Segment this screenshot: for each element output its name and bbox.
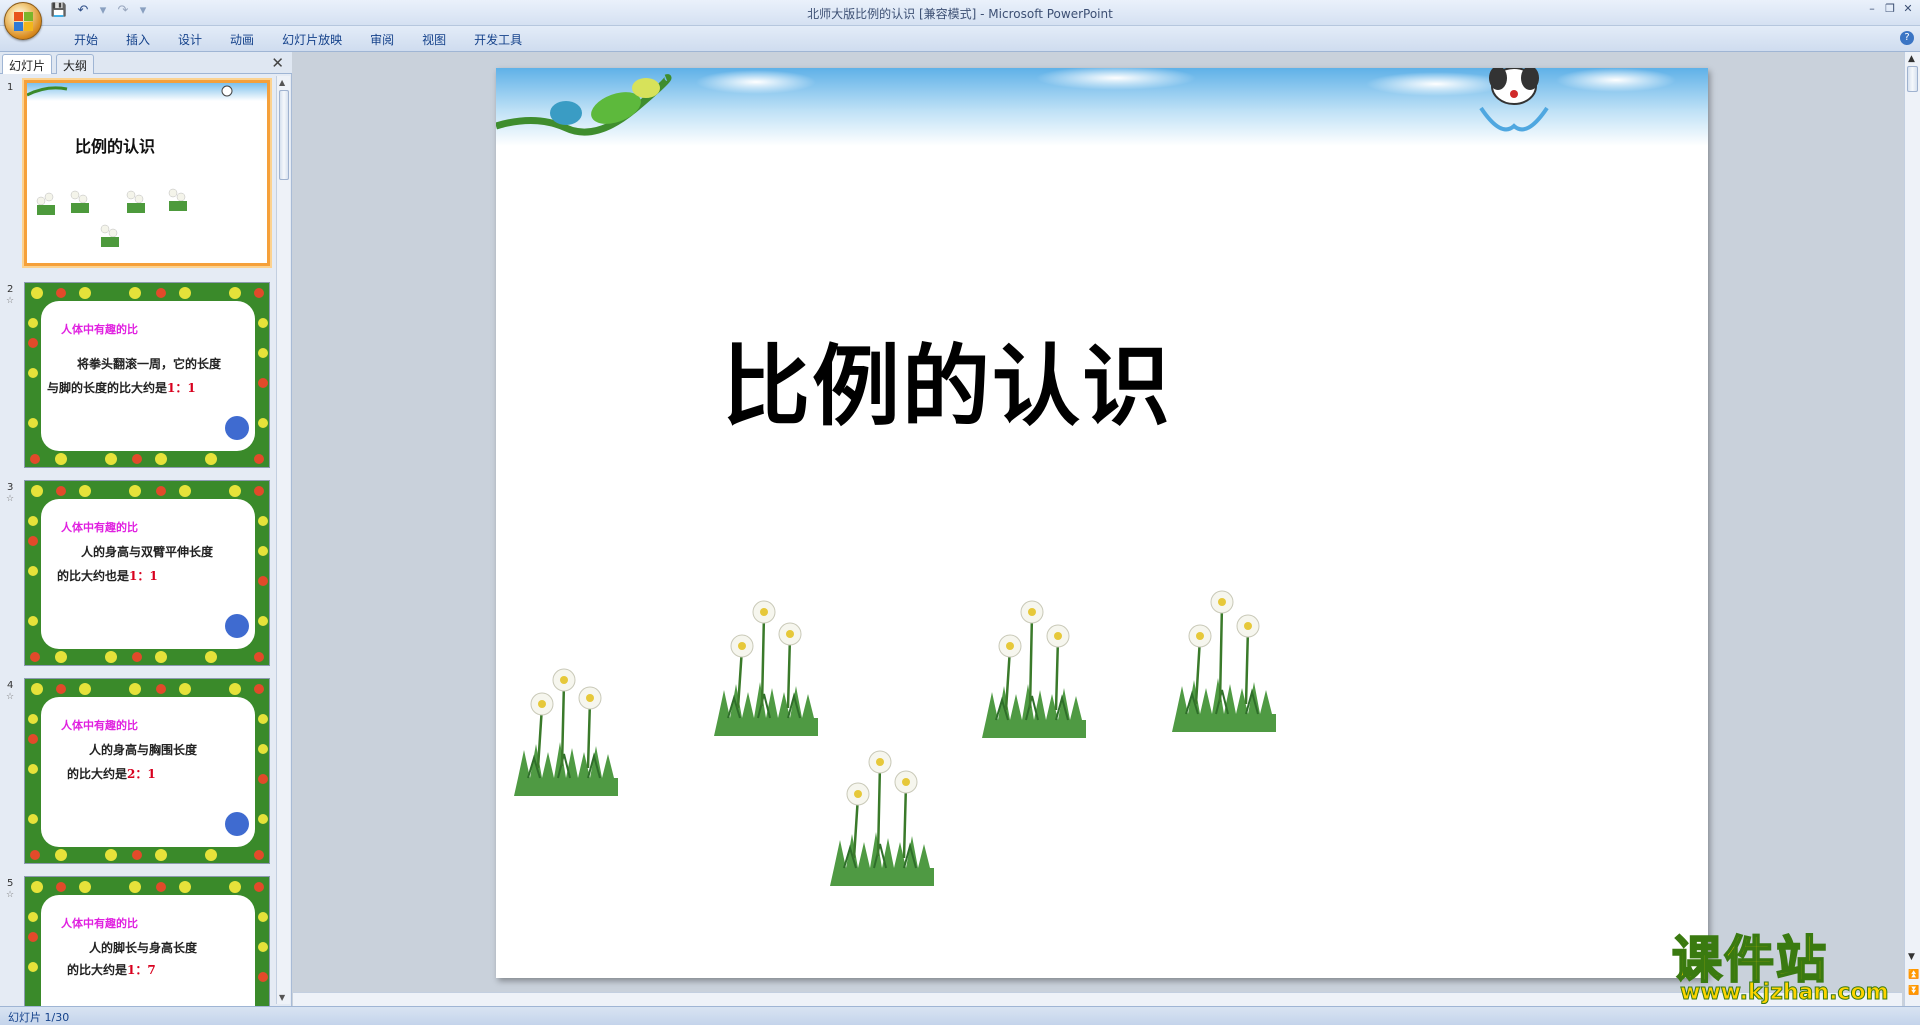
- watermark-url: www.kjzhan.com: [1680, 980, 1890, 1006]
- next-slide-icon[interactable]: ⏬: [1908, 986, 1919, 996]
- slide-title[interactable]: 比例的认识: [722, 316, 1172, 443]
- slide-thumb-3[interactable]: 人体中有趣的比 人的身高与双臂平伸长度 的比大约也是1：1: [24, 480, 270, 666]
- tab-home[interactable]: 开始: [60, 31, 112, 48]
- office-logo-icon: [14, 12, 34, 32]
- slide1-thumb-art: [27, 83, 267, 247]
- slides-pane: 幻灯片 大纲 ✕ 1 比例的认识 2 ☆ 人体中有趣的比 将拳头翻滚一周，它的长…: [0, 52, 292, 1006]
- office-button[interactable]: [4, 2, 42, 40]
- slide3-line2-text: 的比大约也是: [57, 569, 130, 583]
- close-icon[interactable]: ✕: [1902, 2, 1914, 15]
- slide-thumb-4[interactable]: 人体中有趣的比 人的身高与胸围长度 的比大约是2：1: [24, 678, 270, 864]
- tab-design[interactable]: 设计: [164, 31, 216, 48]
- slide3-ratio: 1：1: [129, 569, 158, 583]
- title-bar: 💾 ↶ ▾ ↷ ▾ 北师大版比例的认识 [兼容模式] - Microsoft P…: [0, 0, 1920, 26]
- scroll-up-icon[interactable]: ▲: [1908, 54, 1915, 64]
- ribbon-tabs: 开始 插入 设计 动画 幻灯片放映 审阅 视图 开发工具: [60, 31, 536, 48]
- animation-star-icon: ☆: [6, 494, 15, 504]
- animation-star-icon: ☆: [6, 890, 15, 900]
- pane-close-icon[interactable]: ✕: [271, 54, 284, 72]
- window-title: 北师大版比例的认识 [兼容模式] - Microsoft PowerPoint: [807, 7, 1113, 21]
- tab-slides[interactable]: 幻灯片: [2, 54, 53, 74]
- slide4-heading: 人体中有趣的比: [61, 719, 138, 732]
- scroll-thumb[interactable]: [1907, 66, 1918, 92]
- slide-editor: 比例的认识: [293, 52, 1902, 992]
- watermark-logo: 课件站 www.kjzhan.com: [1668, 920, 1908, 1006]
- scroll-up-icon[interactable]: ▲: [279, 78, 285, 87]
- frame-art: [25, 283, 269, 467]
- slide4-ratio: 2：1: [127, 767, 156, 781]
- slide3-line1: 人的身高与双臂平伸长度: [81, 545, 214, 559]
- scroll-down-icon[interactable]: ▼: [279, 993, 285, 1002]
- tab-animations[interactable]: 动画: [216, 31, 268, 48]
- slide2-heading: 人体中有趣的比: [61, 323, 138, 336]
- slide5-heading: 人体中有趣的比: [61, 917, 138, 930]
- help-icon[interactable]: ?: [1900, 31, 1914, 45]
- previous-slide-icon[interactable]: ⏫: [1908, 970, 1919, 980]
- current-slide[interactable]: 比例的认识: [496, 68, 1708, 978]
- slide-number: 1: [7, 82, 14, 93]
- slide-number: 3: [7, 482, 14, 493]
- slide2-ratio: 1：1: [167, 381, 196, 395]
- slide4-line2-text: 的比大约是: [67, 767, 128, 781]
- tab-outline[interactable]: 大纲: [56, 54, 95, 74]
- thumbnail-list: 1 比例的认识 2 ☆ 人体中有趣的比 将拳头翻滚一周，它的长度 与脚的长度的比…: [0, 76, 274, 1006]
- tab-review[interactable]: 审阅: [356, 31, 408, 48]
- slide-art: [496, 68, 1708, 887]
- slide5-line1: 人的脚长与身高长度: [89, 941, 198, 955]
- restore-icon[interactable]: ❐: [1884, 2, 1896, 15]
- editor-scrollbar[interactable]: ▲ ▼ ⏫ ⏬: [1904, 52, 1920, 1006]
- ribbon: 开始 插入 设计 动画 幻灯片放映 审阅 视图 开发工具 ?: [0, 26, 1920, 52]
- thumbnail-scrollbar[interactable]: ▲ ▼: [276, 76, 290, 1004]
- slide-thumb-5[interactable]: 人体中有趣的比 人的脚长与身高长度 的比大约是1：7: [24, 876, 270, 1006]
- tab-developer[interactable]: 开发工具: [460, 31, 536, 48]
- slide5-ratio: 1：7: [127, 963, 156, 977]
- slide3-heading: 人体中有趣的比: [61, 521, 138, 534]
- slide-number: 2: [7, 284, 14, 295]
- pane-tabs: 幻灯片 大纲 ✕: [0, 52, 292, 74]
- slide2-line1: 将拳头翻滚一周，它的长度: [77, 357, 222, 371]
- slide4-line2: 的比大约是2：1: [67, 765, 156, 782]
- scroll-thumb[interactable]: [279, 90, 289, 180]
- slide-number: 5: [7, 878, 14, 889]
- animation-star-icon: ☆: [6, 692, 15, 702]
- slide5-line2: 的比大约是1：7: [67, 961, 156, 978]
- slide1-thumb-title: 比例的认识: [75, 137, 156, 156]
- tab-insert[interactable]: 插入: [112, 31, 164, 48]
- scroll-down-icon[interactable]: ▼: [1908, 952, 1915, 962]
- window-controls: – ❐ ✕: [1866, 2, 1914, 15]
- slide2-line2-text: 与脚的长度的比大约是: [47, 381, 168, 395]
- slide4-line1: 人的身高与胸围长度: [89, 743, 198, 757]
- slide2-line2: 与脚的长度的比大约是1：1: [47, 379, 196, 396]
- slide-thumb-2[interactable]: 人体中有趣的比 将拳头翻滚一周，它的长度 与脚的长度的比大约是1：1: [24, 282, 270, 468]
- slide-number: 4: [7, 680, 14, 691]
- slide-counter: 幻灯片 1/30: [8, 1011, 70, 1024]
- horizontal-scrollbar[interactable]: [293, 992, 1902, 1006]
- minimize-icon[interactable]: –: [1866, 2, 1878, 15]
- slide-thumb-1[interactable]: 比例的认识: [24, 80, 270, 266]
- status-bar: 幻灯片 1/30: [0, 1006, 1920, 1025]
- tab-slideshow[interactable]: 幻灯片放映: [268, 31, 356, 48]
- slide5-line2-text: 的比大约是: [67, 963, 128, 977]
- tab-view[interactable]: 视图: [408, 31, 460, 48]
- slide3-line2: 的比大约也是1：1: [57, 567, 158, 584]
- animation-star-icon: ☆: [6, 296, 15, 306]
